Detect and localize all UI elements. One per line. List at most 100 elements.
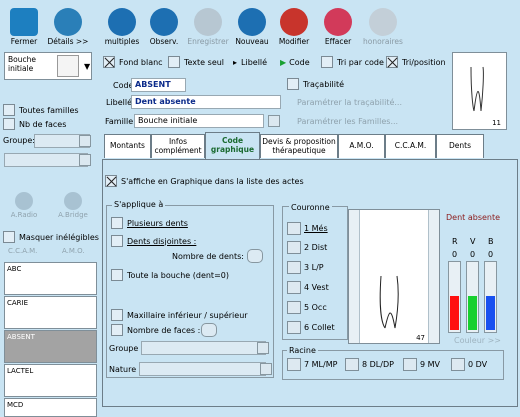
plusieurs-dents-check[interactable]: Plusieurs dents (111, 216, 188, 230)
blue-slider[interactable] (484, 261, 497, 333)
racine-ml-mp-button[interactable]: 7 ML/MP (287, 358, 337, 371)
nature-field[interactable] (139, 362, 266, 376)
observ-button[interactable]: Observ. (142, 0, 186, 50)
tracabilite-check[interactable]: Traçabilité (287, 77, 344, 91)
tab-ccam[interactable]: C.C.A.M. (385, 134, 436, 158)
racine-dl-dp-button[interactable]: 8 DL/DP (345, 358, 394, 371)
list-item-abc[interactable]: ABC (4, 262, 97, 295)
famille-field[interactable]: Bouche initiale (134, 114, 264, 128)
maxillaire-check[interactable]: Maxillaire inférieur / supérieur (111, 308, 248, 322)
radio-icon (15, 192, 33, 210)
nombre-de-dents-label: Nombre de dents: (172, 252, 244, 261)
red-slider[interactable] (448, 261, 461, 333)
racine-mv-button[interactable]: 9 MV (403, 358, 440, 371)
secondary-filter-dropdown[interactable] (79, 154, 91, 166)
color-name: Dent absente (446, 213, 501, 222)
tooth-thumbnail-icon (57, 55, 79, 77)
a-radio-button[interactable]: A.Radio (8, 192, 40, 228)
couronne-occ-button[interactable]: 5 Occ (287, 301, 327, 314)
multiples-button[interactable]: multiples (100, 0, 144, 50)
couronne-dist-button[interactable]: 2 Dist (287, 241, 327, 254)
coins-icon (369, 8, 397, 36)
preview-number: 11 (492, 119, 501, 127)
magnifier-icon (54, 8, 82, 36)
famille-picker-button[interactable] (268, 115, 280, 127)
nombre-de-dents-input[interactable] (247, 249, 263, 263)
a-bridge-button[interactable]: A.Bridge (56, 192, 90, 228)
eraser-icon (324, 8, 352, 36)
racine-title: Racine (287, 345, 318, 357)
tooth-canvas[interactable]: 47 (348, 209, 440, 344)
texte-seul-check[interactable]: Texte seul (168, 55, 224, 69)
list-item-carie[interactable]: CARIE (4, 296, 97, 329)
list-item-mcd[interactable]: MCD (4, 398, 97, 417)
secondary-filter-field[interactable] (4, 153, 88, 167)
tri-position-check[interactable]: Tri/position (386, 55, 446, 69)
tab-code-graphique[interactable]: Code graphique (205, 132, 260, 159)
couronne-collet-button[interactable]: 6 Collet (287, 321, 335, 334)
family-selector[interactable]: Bouche initiale ▼ (4, 52, 92, 80)
param-tracabilite-link[interactable]: Paramétrer la traçabilité... (297, 97, 402, 109)
canvas-scrollbar[interactable] (349, 210, 360, 343)
couronne-vest-button[interactable]: 4 Vest (287, 281, 329, 294)
honoraires-button[interactable]: honoraires (358, 0, 408, 50)
channel-b-value: 0 (488, 250, 494, 259)
fond-blanc-check[interactable]: Fond blanc (103, 55, 163, 69)
list-item-lactel[interactable]: LACTEL (4, 364, 97, 397)
s-affiche-check[interactable]: S'affiche en Graphique dans la liste des… (105, 174, 304, 188)
nouveau-button[interactable]: Nouveau (230, 0, 274, 50)
sort-code-option[interactable]: ▶ Code (280, 55, 310, 69)
couronne-mes-button[interactable]: 1 Més (287, 222, 328, 235)
couronne-lp-button[interactable]: 3 L/P (287, 261, 324, 274)
tab-infos-complement[interactable]: Infos complément (151, 134, 205, 158)
play-icon: ▶ (280, 57, 287, 67)
tab-montants[interactable]: Montants (104, 134, 151, 158)
nb-de-faces-check[interactable]: Nb de faces (3, 117, 66, 131)
groupe-field[interactable] (141, 341, 266, 355)
nombre-de-faces-input[interactable] (201, 323, 217, 337)
tab-dents[interactable]: Dents (436, 134, 484, 158)
param-familles-link[interactable]: Paramétrer les Familles... (297, 116, 398, 128)
save-icon (194, 8, 222, 36)
libelle-field[interactable]: Dent absente (131, 95, 281, 109)
effacer-button[interactable]: Effacer (316, 0, 360, 50)
new-arrows-icon (238, 8, 266, 36)
channel-r-value: 0 (452, 250, 458, 259)
channel-r-label: R (452, 237, 458, 246)
nature-field-button[interactable] (260, 363, 272, 375)
bridge-icon (64, 192, 82, 210)
ccam-column-label: C.C.A.M. (8, 247, 38, 255)
tri-par-code-check[interactable]: Tri par code (321, 55, 384, 69)
groupe-field-button[interactable] (257, 342, 269, 354)
pencil-icon (280, 8, 308, 36)
family-selector-value: Bouche initiale (8, 55, 36, 73)
modifier-button[interactable]: Modifier (272, 0, 316, 50)
details-button[interactable]: Détails >> (46, 0, 90, 50)
code-field[interactable]: ABSENT (131, 78, 186, 92)
channel-v-label: V (470, 237, 476, 246)
toutes-familles-check[interactable]: Toutes familles (3, 103, 79, 117)
chevron-down-icon: ▼ (84, 62, 91, 71)
nombre-de-faces-check[interactable]: Nombre de faces : (111, 323, 200, 337)
groupe-field-label: Groupe (109, 344, 139, 353)
couronne-title: Couronne (289, 202, 332, 214)
channel-b-label: B (488, 237, 494, 246)
color-panel: Dent absente R V B 0 0 0 Couleur >> (444, 209, 504, 345)
couleur-link[interactable]: Couleur >> (454, 335, 501, 347)
nature-label: Nature (109, 365, 137, 374)
green-slider[interactable] (466, 261, 479, 333)
list-item-absent[interactable]: ABSENT (4, 330, 97, 363)
groupe-dropdown[interactable] (79, 135, 91, 147)
canvas-scrollbar-right[interactable] (428, 210, 439, 343)
toute-la-bouche-check[interactable]: Toute la bouche (dent=0) (111, 268, 229, 282)
enregistrer-button[interactable]: Enregistrer (186, 0, 230, 50)
tab-amo[interactable]: A.M.O. (338, 134, 385, 158)
fermer-button[interactable]: Fermer (2, 0, 46, 50)
dents-disjointes-check[interactable]: Dents disjointes : (111, 234, 196, 248)
arrow-left-icon: ▸ (233, 57, 238, 67)
tab-devis-proposition[interactable]: Devis & proposition thérapeutique (260, 134, 338, 158)
masquer-check[interactable]: Masquer inélégibles (3, 230, 99, 244)
groupe-label: Groupe: (3, 136, 35, 145)
racine-dv-button[interactable]: 0 DV (451, 358, 487, 371)
sort-libelle-option[interactable]: ▸ Libellé (233, 55, 267, 69)
